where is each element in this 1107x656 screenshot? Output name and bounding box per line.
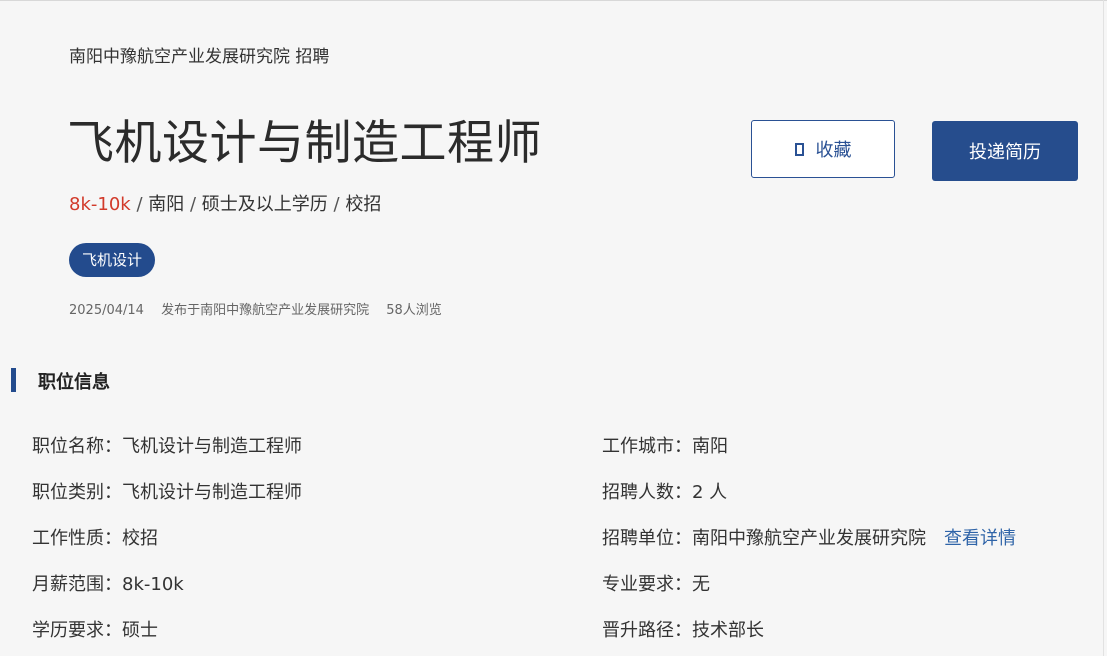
salary: 8k-10k bbox=[69, 194, 131, 215]
meta-separator: / bbox=[189, 194, 197, 215]
info-label: 工作城市： bbox=[602, 436, 692, 457]
right-border bbox=[1103, 0, 1104, 656]
info-row-work-nature: 工作性质：校招 bbox=[32, 524, 158, 550]
info-value: 飞机设计与制造工程师 bbox=[122, 436, 302, 457]
post-info: 2025/04/14 发布于南阳中豫航空产业发展研究院 58人浏览 bbox=[69, 299, 455, 318]
info-row-position-name: 职位名称：飞机设计与制造工程师 bbox=[32, 432, 302, 458]
meta-education: 硕士及以上学历 bbox=[201, 194, 328, 215]
favorite-label: 收藏 bbox=[815, 140, 852, 161]
job-title: 飞机设计与制造工程师 bbox=[67, 116, 542, 171]
apply-resume-button[interactable]: 投递简历 bbox=[932, 121, 1078, 181]
info-label: 职位类别： bbox=[32, 482, 122, 503]
info-label: 晋升路径： bbox=[602, 620, 692, 641]
info-row-salary-range: 月薪范围：8k-10k bbox=[32, 570, 184, 596]
posted-by: 发布于南阳中豫航空产业发展研究院 bbox=[161, 303, 370, 318]
info-value: 硕士 bbox=[122, 620, 158, 641]
info-row-promotion-path: 晋升路径：技术部长 bbox=[602, 616, 764, 642]
info-row-position-category: 职位类别：飞机设计与制造工程师 bbox=[32, 478, 302, 504]
info-row-headcount: 招聘人数：2 人 bbox=[602, 478, 727, 504]
job-tag: 飞机设计 bbox=[69, 243, 156, 277]
info-value: 无 bbox=[692, 574, 710, 595]
info-value: 2 人 bbox=[692, 482, 728, 503]
info-row-employer: 招聘单位：南阳中豫航空产业发展研究院 查看详情 bbox=[602, 524, 1016, 550]
view-count: 58人浏览 bbox=[386, 303, 442, 318]
info-label: 招聘单位： bbox=[602, 528, 692, 549]
info-value: 校招 bbox=[122, 528, 158, 549]
info-value: 南阳中豫航空产业发展研究院 bbox=[692, 528, 926, 549]
meta-type: 校招 bbox=[345, 194, 382, 215]
section-accent-bar bbox=[11, 368, 16, 392]
meta-city: 南阳 bbox=[148, 194, 185, 215]
info-value: 飞机设计与制造工程师 bbox=[122, 482, 302, 503]
info-label: 专业要求： bbox=[602, 574, 692, 595]
info-row-education: 学历要求：硕士 bbox=[32, 616, 158, 642]
meta-separator: / bbox=[136, 194, 143, 215]
info-label: 工作性质： bbox=[32, 528, 122, 549]
company-recruit-line: 南阳中豫航空产业发展研究院 招聘 bbox=[69, 47, 330, 67]
top-border bbox=[0, 0, 1107, 1]
post-date: 2025/04/14 bbox=[69, 303, 144, 318]
info-label: 学历要求： bbox=[32, 620, 122, 641]
meta-separator: / bbox=[333, 194, 340, 215]
favorite-button[interactable]: 收藏 bbox=[751, 120, 895, 178]
info-value: 技术部长 bbox=[692, 620, 764, 641]
info-row-major-requirement: 专业要求：无 bbox=[602, 570, 710, 596]
section-title: 职位信息 bbox=[38, 372, 110, 393]
info-value: 南阳 bbox=[692, 436, 728, 457]
bookmark-icon bbox=[794, 142, 804, 156]
view-details-link[interactable]: 查看详情 bbox=[944, 528, 1016, 549]
info-label: 职位名称： bbox=[32, 436, 122, 457]
info-value: 8k-10k bbox=[122, 574, 184, 595]
job-meta: 8k-10k / 南阳 / 硕士及以上学历 / 校招 bbox=[69, 190, 381, 216]
info-label: 招聘人数： bbox=[602, 482, 692, 503]
info-row-work-city: 工作城市：南阳 bbox=[602, 432, 728, 458]
info-label: 月薪范围： bbox=[32, 574, 122, 595]
